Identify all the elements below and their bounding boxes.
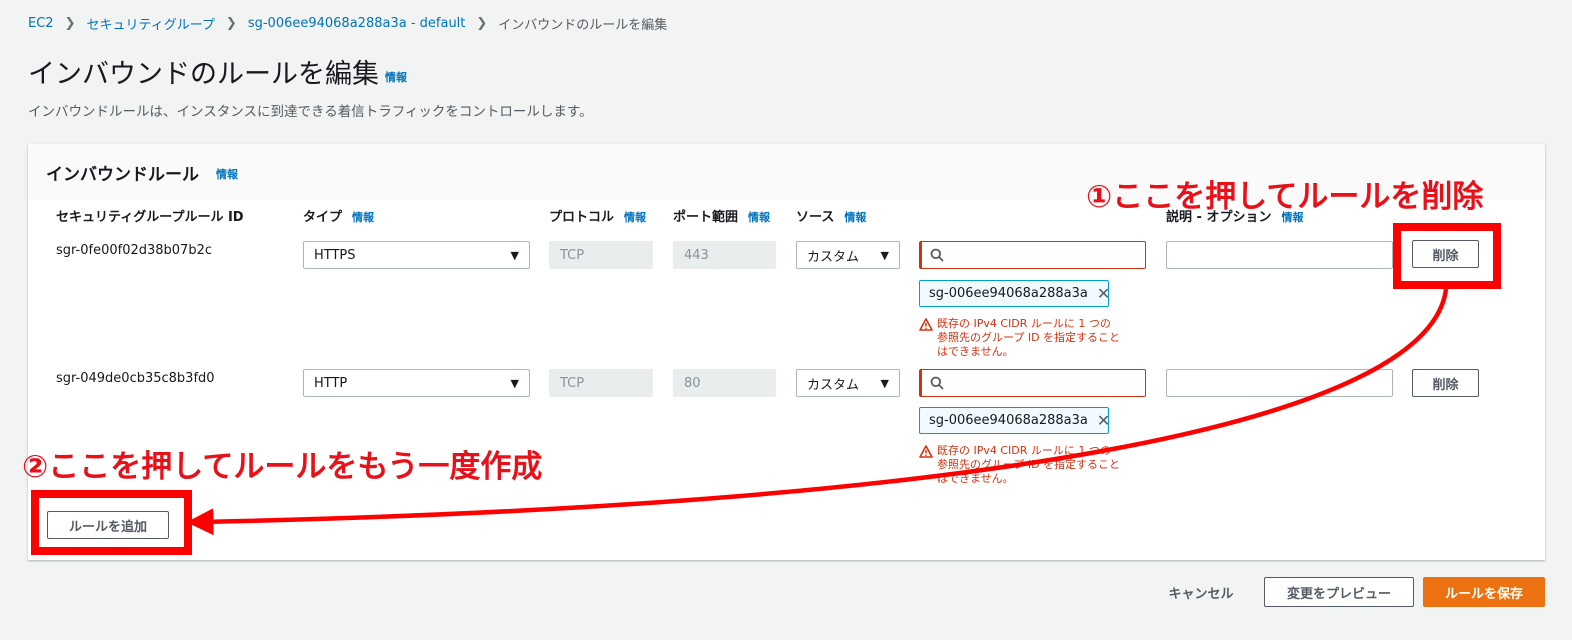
annotation-step1: ①ここを押してルールを削除 [1086, 179, 1484, 215]
annotation-step2: ②ここを押してルールをもう一度作成 [22, 449, 543, 485]
annotation-arrow [186, 288, 1449, 536]
